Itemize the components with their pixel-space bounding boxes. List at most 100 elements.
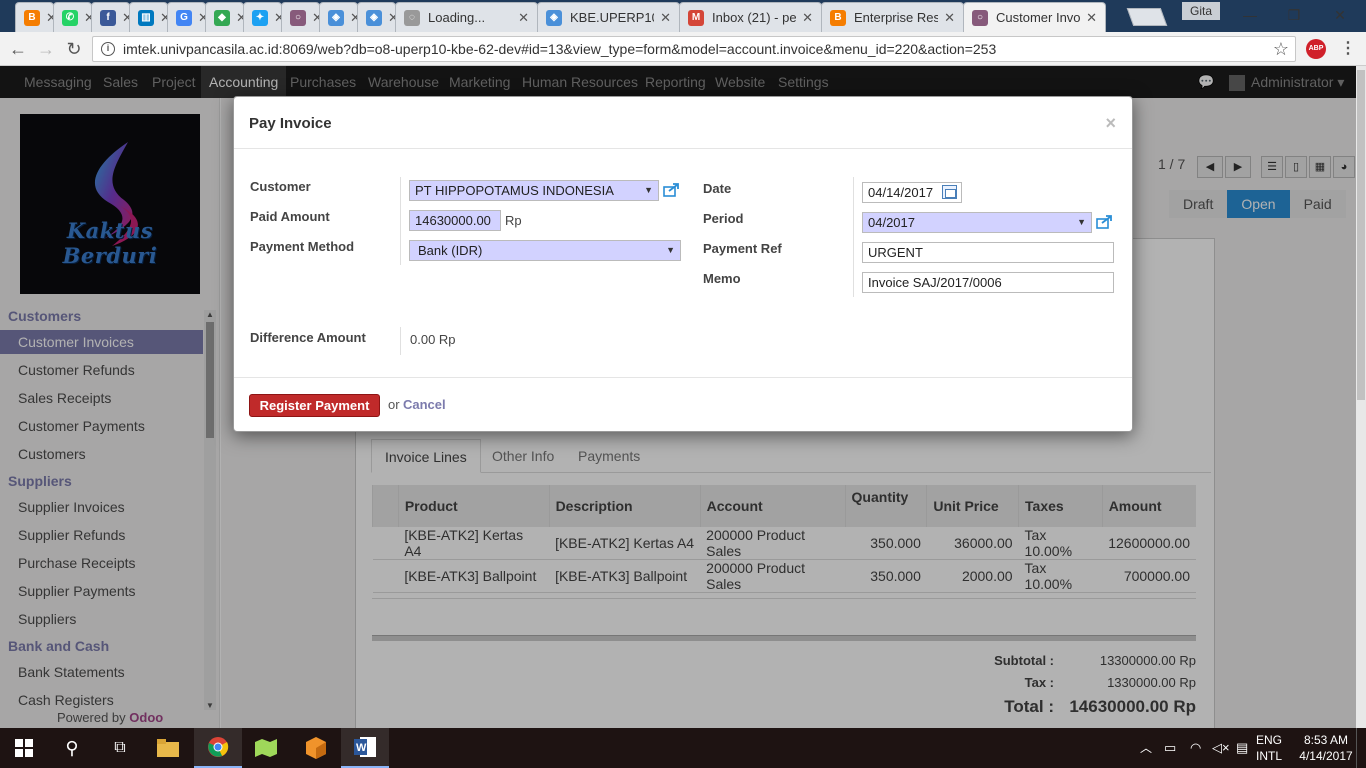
forward-arrow-icon[interactable]: → bbox=[34, 37, 58, 61]
customer-select[interactable]: PT HIPPOPOTAMUS INDONESIA ▼ bbox=[409, 180, 659, 201]
url-input[interactable]: i imtek.univpancasila.ac.id:8069/web?db=… bbox=[92, 36, 1296, 62]
payment-method-select[interactable]: Bank (IDR) ▼ bbox=[409, 240, 681, 261]
file-explorer-icon[interactable] bbox=[144, 728, 192, 768]
odoo-circle-icon: ○ bbox=[972, 9, 988, 26]
payment-ref-input[interactable]: URGENT bbox=[862, 242, 1114, 263]
browser-tab[interactable]: B Enterprise Reso ✕ bbox=[821, 2, 964, 32]
browser-tab[interactable]: ◈✕ bbox=[319, 2, 358, 32]
browser-tab[interactable]: ◈ KBE.UPERP10 - C ✕ bbox=[537, 2, 680, 32]
calendar-icon[interactable] bbox=[942, 185, 957, 199]
loading-icon: ◌ bbox=[404, 9, 420, 26]
browser-tab[interactable]: ▥✕ bbox=[129, 2, 168, 32]
tab-title: Loading... bbox=[428, 10, 486, 25]
show-desktop-button[interactable] bbox=[1356, 728, 1366, 768]
customer-label: Customer bbox=[250, 179, 311, 194]
restore-icon[interactable]: ❐ bbox=[1274, 4, 1314, 26]
odoo-circle-icon: ○ bbox=[290, 9, 306, 26]
date-label: Date bbox=[703, 181, 732, 196]
currency-unit: Rp bbox=[505, 213, 522, 228]
clock-date: 4/14/2017 bbox=[1299, 749, 1353, 763]
new-tab-button[interactable] bbox=[1126, 8, 1168, 26]
maps-app-icon[interactable] bbox=[242, 728, 290, 768]
page-scrollbar[interactable] bbox=[1356, 66, 1366, 728]
chrome-menu-icon[interactable]: ⋮ bbox=[1340, 38, 1356, 58]
google-icon: G bbox=[176, 9, 192, 26]
tray-chevron-icon[interactable]: ︿ bbox=[1140, 728, 1152, 768]
difference-amount-value: 0.00 Rp bbox=[410, 332, 456, 347]
language-indicator[interactable]: ENG INTL bbox=[1256, 732, 1282, 764]
browser-tab[interactable]: ✦✕ bbox=[243, 2, 282, 32]
browser-tab[interactable]: f✕ bbox=[91, 2, 130, 32]
period-value: 04/2017 bbox=[868, 215, 915, 230]
or-text: or bbox=[388, 397, 400, 412]
notification-icon[interactable]: ▤ bbox=[1236, 728, 1248, 768]
chevron-down-icon: ▼ bbox=[1077, 217, 1086, 227]
back-arrow-icon[interactable]: ← bbox=[6, 37, 30, 61]
chevron-down-icon: ▼ bbox=[644, 185, 653, 195]
close-tab-icon[interactable]: ✕ bbox=[660, 10, 671, 26]
url-text: imtek.univpancasila.ac.id:8069/web?db=o8… bbox=[123, 41, 997, 57]
period-select[interactable]: 04/2017 ▼ bbox=[862, 212, 1092, 233]
payment-method-value: Bank (IDR) bbox=[418, 243, 483, 258]
register-payment-button[interactable]: Register Payment bbox=[249, 394, 380, 417]
pay-invoice-dialog: Pay Invoice × Customer PT HIPPOPOTAMUS I… bbox=[233, 96, 1133, 432]
adblock-plus-icon[interactable]: ABP bbox=[1306, 39, 1326, 59]
clock[interactable]: 8:53 AM 4/14/2017 bbox=[1296, 732, 1356, 764]
close-window-icon[interactable]: ✕ bbox=[1320, 4, 1360, 26]
close-icon[interactable]: × bbox=[1105, 113, 1116, 134]
bookmark-star-icon[interactable]: ☆ bbox=[1273, 39, 1289, 60]
external-link-icon[interactable] bbox=[663, 183, 679, 197]
layers-icon: ◈ bbox=[366, 9, 382, 26]
cancel-link[interactable]: Cancel bbox=[403, 397, 446, 412]
browser-tab[interactable]: B✕ bbox=[15, 2, 54, 32]
windows-start-icon[interactable] bbox=[0, 728, 48, 768]
close-tab-icon[interactable]: ✕ bbox=[802, 10, 813, 26]
gmail-icon: M bbox=[688, 9, 704, 26]
dialog-footer-divider bbox=[234, 377, 1132, 378]
close-tab-icon[interactable]: ✕ bbox=[1086, 10, 1097, 26]
browser-tab[interactable]: M Inbox (21) - pet ✕ bbox=[679, 2, 822, 32]
task-view-icon[interactable]: ⧉ bbox=[96, 728, 144, 768]
chrome-taskbar-icon[interactable] bbox=[194, 728, 242, 768]
dialog-title: Pay Invoice bbox=[249, 115, 332, 132]
lang-layout: INTL bbox=[1256, 749, 1283, 763]
page-scroll-thumb[interactable] bbox=[1357, 70, 1365, 400]
field-separator bbox=[853, 177, 854, 297]
browser-tab[interactable]: ◆✕ bbox=[205, 2, 244, 32]
external-link-icon[interactable] bbox=[1096, 215, 1112, 229]
wifi-icon[interactable]: ◠ bbox=[1190, 728, 1201, 768]
browser-tab[interactable]: ✆✕ bbox=[53, 2, 92, 32]
browser-tab[interactable]: ◈✕ bbox=[357, 2, 396, 32]
dialog-header: Pay Invoice × bbox=[234, 97, 1132, 149]
svg-text:W: W bbox=[356, 742, 367, 754]
reload-icon[interactable]: ↻ bbox=[62, 37, 86, 61]
tab-title: Inbox (21) - pet bbox=[712, 10, 797, 25]
windows-taskbar: ⚲ ⧉ W ︿ ▭ ◠ ◁× ▤ ENG INTL 8:53 AM 4/14/201… bbox=[0, 728, 1366, 768]
app-cube-icon[interactable] bbox=[292, 728, 340, 768]
twitter-icon: ✦ bbox=[252, 9, 268, 26]
browser-tab[interactable]: ◌ Loading... ✕ bbox=[395, 2, 538, 32]
browser-tab[interactable]: ○ Customer Invoic ✕ bbox=[963, 2, 1106, 32]
paid-amount-input[interactable]: 14630000.00 bbox=[409, 210, 501, 231]
browser-tab[interactable]: ○✕ bbox=[281, 2, 320, 32]
battery-icon[interactable]: ▭ bbox=[1164, 728, 1176, 768]
memo-input[interactable]: Invoice SAJ/2017/0006 bbox=[862, 272, 1114, 293]
customer-value: PT HIPPOPOTAMUS INDONESIA bbox=[415, 183, 614, 198]
tab-title: Enterprise Reso bbox=[854, 10, 939, 25]
minimize-icon[interactable]: — bbox=[1230, 4, 1270, 26]
word-icon[interactable]: W bbox=[341, 728, 389, 768]
layers-icon: ◈ bbox=[546, 9, 562, 26]
site-info-icon[interactable]: i bbox=[101, 42, 115, 56]
facebook-icon: f bbox=[100, 9, 116, 26]
search-icon[interactable]: ⚲ bbox=[48, 728, 96, 768]
close-tab-icon[interactable]: ✕ bbox=[944, 10, 955, 26]
date-input[interactable]: 04/14/2017 bbox=[862, 182, 962, 203]
field-separator bbox=[400, 177, 401, 265]
field-separator bbox=[400, 327, 401, 355]
clock-time: 8:53 AM bbox=[1303, 733, 1349, 747]
browser-tab[interactable]: G✕ bbox=[167, 2, 206, 32]
chrome-user-chip[interactable]: Gita bbox=[1182, 2, 1221, 20]
close-tab-icon[interactable]: ✕ bbox=[518, 10, 529, 26]
volume-icon[interactable]: ◁× bbox=[1212, 728, 1230, 768]
paid-amount-label: Paid Amount bbox=[250, 209, 330, 224]
